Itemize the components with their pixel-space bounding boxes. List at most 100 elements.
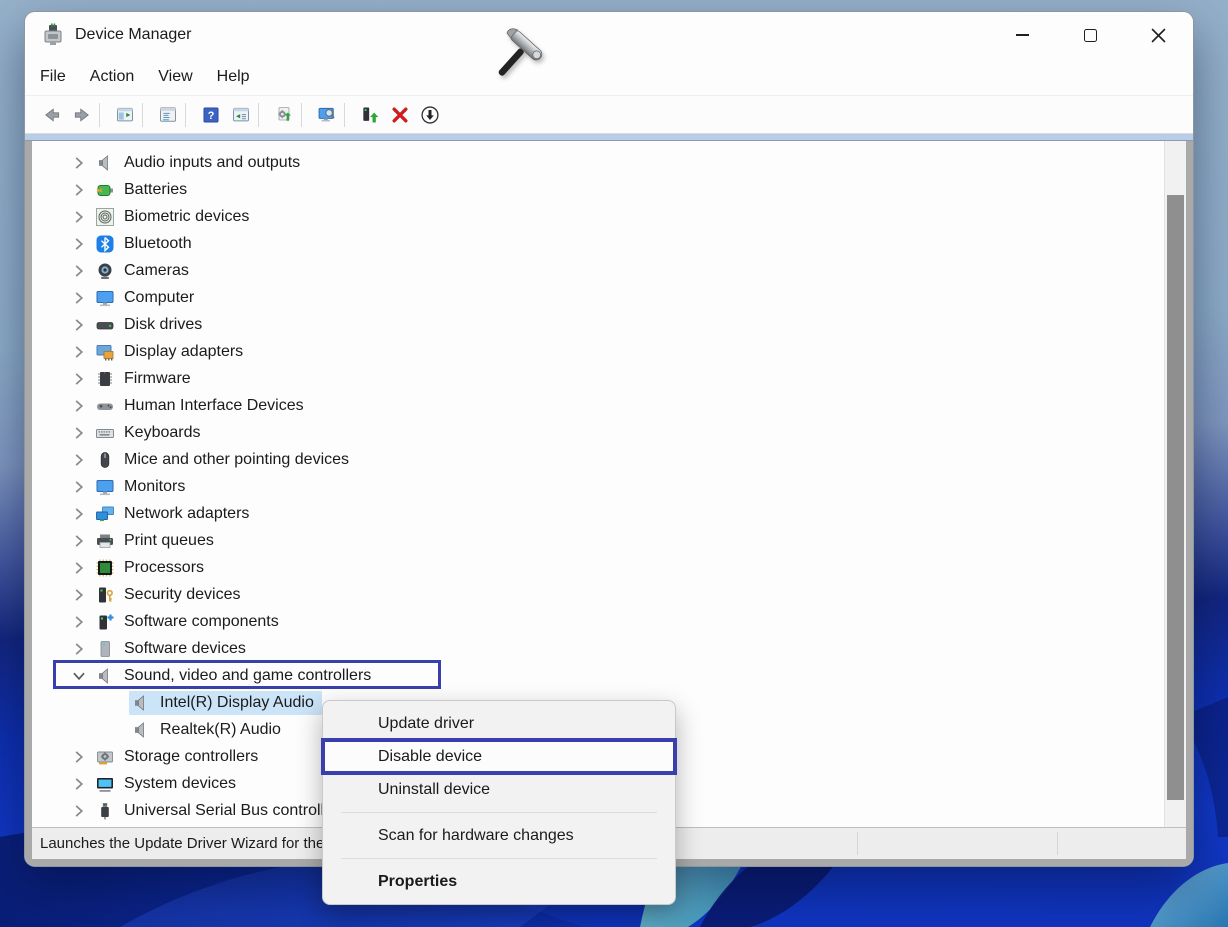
search-computer-button[interactable]	[308, 100, 338, 130]
chevron-right-icon[interactable]	[70, 532, 88, 550]
arrow-right-icon	[72, 105, 92, 125]
tree-item-label: Bluetooth	[124, 235, 192, 253]
tree-item-sound-video-and-game-controllers[interactable]: Sound, video and game controllers	[32, 662, 1164, 689]
update-driver-button[interactable]	[351, 100, 381, 130]
tree-item-label: Mice and other pointing devices	[124, 451, 349, 469]
minimize-button[interactable]	[999, 18, 1045, 52]
toolbar-separator	[142, 103, 143, 127]
tree-item-processors[interactable]: Processors	[32, 554, 1164, 581]
context-menu-item-disable-device[interactable]: Disable device	[323, 740, 675, 773]
uninstall-device-button[interactable]	[381, 100, 411, 130]
scrollbar-thumb[interactable]	[1167, 195, 1184, 800]
tree-item-firmware[interactable]: Firmware	[32, 365, 1164, 392]
menu-action[interactable]: Action	[90, 68, 134, 86]
tree-item-human-interface-devices[interactable]: Human Interface Devices	[32, 392, 1164, 419]
display-adapter-icon	[95, 342, 115, 362]
chevron-right-icon[interactable]	[70, 316, 88, 334]
tree-item-monitors[interactable]: Monitors	[32, 473, 1164, 500]
tree-item-label: Batteries	[124, 181, 187, 199]
tree-item-cameras[interactable]: Cameras	[32, 257, 1164, 284]
chevron-right-icon[interactable]	[70, 505, 88, 523]
tree-item-bluetooth[interactable]: Bluetooth	[32, 230, 1164, 257]
tree-item-label: Security devices	[124, 586, 241, 604]
disable-down-icon	[420, 105, 440, 125]
software-component-icon	[95, 612, 115, 632]
speaker-icon	[131, 720, 151, 740]
tree-item-keyboards[interactable]: Keyboards	[32, 419, 1164, 446]
battery-icon	[95, 180, 115, 200]
chevron-right-icon[interactable]	[70, 640, 88, 658]
speaker-icon	[95, 666, 115, 686]
maximize-button[interactable]	[1067, 18, 1113, 52]
keyboard-icon	[95, 423, 115, 443]
tree-item-label: Display adapters	[124, 343, 243, 361]
scan-hardware-changes-button[interactable]	[265, 100, 295, 130]
help-icon: ?	[201, 105, 221, 125]
chevron-right-icon[interactable]	[70, 289, 88, 307]
tree-item-batteries[interactable]: Batteries	[32, 176, 1164, 203]
chevron-right-icon[interactable]	[70, 397, 88, 415]
tree-item-label: Intel(R) Display Audio	[160, 694, 314, 712]
chevron-down-icon[interactable]	[70, 667, 88, 685]
system-device-icon	[95, 774, 115, 794]
context-menu-item-update-driver[interactable]: Update driver	[323, 707, 675, 740]
tree-item-label: Software components	[124, 613, 279, 631]
tree-item-display-adapters[interactable]: Display adapters	[32, 338, 1164, 365]
back-button[interactable]	[33, 100, 63, 130]
status-separator	[857, 832, 858, 855]
monitor-icon	[95, 477, 115, 497]
tree-item-label: Disk drives	[124, 316, 202, 334]
toolbar-separator	[258, 103, 259, 127]
tree-item-audio-inputs-and-outputs[interactable]: Audio inputs and outputs	[32, 149, 1164, 176]
chevron-right-icon[interactable]	[70, 559, 88, 577]
chevron-right-icon[interactable]	[70, 370, 88, 388]
tree-item-security-devices[interactable]: Security devices	[32, 581, 1164, 608]
tree-item-label: Storage controllers	[124, 748, 258, 766]
tree-item-label: Audio inputs and outputs	[124, 154, 300, 172]
context-menu-item-scan-for-hardware-changes[interactable]: Scan for hardware changes	[323, 819, 675, 852]
speaker-icon	[131, 693, 151, 713]
vertical-scrollbar[interactable]	[1164, 141, 1186, 827]
printer-icon	[95, 531, 115, 551]
tree-item-software-devices[interactable]: Software devices	[32, 635, 1164, 662]
device-manager-app-icon	[41, 23, 65, 47]
context-menu-item-properties[interactable]: Properties	[323, 865, 675, 898]
properties-panel-button[interactable]	[149, 100, 179, 130]
tree-item-computer[interactable]: Computer	[32, 284, 1164, 311]
network-icon	[95, 504, 115, 524]
chevron-right-icon[interactable]	[70, 613, 88, 631]
chevron-right-icon[interactable]	[70, 586, 88, 604]
disable-device-button[interactable]	[411, 100, 441, 130]
close-button[interactable]	[1135, 18, 1181, 52]
tree-item-mice-and-other-pointing-devices[interactable]: Mice and other pointing devices	[32, 446, 1164, 473]
chevron-right-icon[interactable]	[70, 748, 88, 766]
chevron-right-icon[interactable]	[70, 262, 88, 280]
chevron-right-icon[interactable]	[70, 154, 88, 172]
tree-item-network-adapters[interactable]: Network adapters	[32, 500, 1164, 527]
chevron-right-icon[interactable]	[70, 235, 88, 253]
tree-item-print-queues[interactable]: Print queues	[32, 527, 1164, 554]
menu-help[interactable]: Help	[217, 68, 250, 86]
selected-item-highlight: Intel(R) Display Audio	[129, 691, 322, 715]
chevron-right-icon[interactable]	[70, 775, 88, 793]
chevron-right-icon[interactable]	[70, 802, 88, 820]
chevron-right-icon[interactable]	[70, 343, 88, 361]
context-menu-item-uninstall-device[interactable]: Uninstall device	[323, 773, 675, 806]
chevron-right-icon[interactable]	[70, 478, 88, 496]
show-console-tree-button[interactable]	[106, 100, 136, 130]
gamepad-icon	[95, 396, 115, 416]
chevron-right-icon[interactable]	[70, 208, 88, 226]
chevron-right-icon[interactable]	[70, 181, 88, 199]
chevron-right-icon[interactable]	[70, 424, 88, 442]
forward-button[interactable]	[63, 100, 93, 130]
menu-view[interactable]: View	[158, 68, 192, 86]
action-pane-button[interactable]	[222, 100, 252, 130]
help-button[interactable]: ?	[192, 100, 222, 130]
tree-item-biometric-devices[interactable]: Biometric devices	[32, 203, 1164, 230]
tree-item-disk-drives[interactable]: Disk drives	[32, 311, 1164, 338]
chevron-right-icon[interactable]	[70, 451, 88, 469]
menu-file[interactable]: File	[40, 68, 66, 86]
menu-separator	[341, 812, 657, 813]
tree-item-software-components[interactable]: Software components	[32, 608, 1164, 635]
uninstall-x-icon	[390, 105, 410, 125]
